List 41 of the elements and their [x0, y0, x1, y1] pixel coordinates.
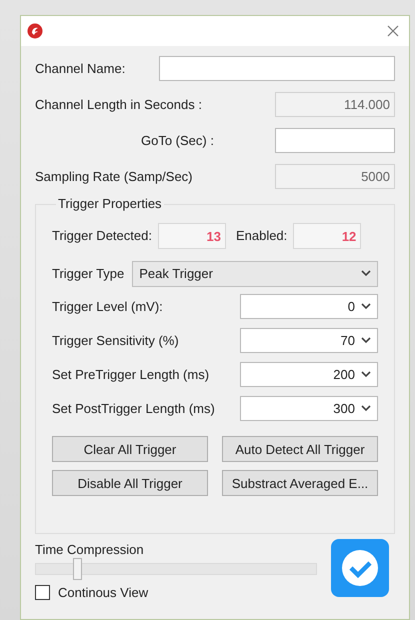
field-label: Trigger Sensitivity (%): [52, 333, 179, 348]
trigger-type-dropdown[interactable]: Peak Trigger: [132, 260, 378, 286]
action-button[interactable]: Auto Detect All Trigger: [222, 436, 378, 462]
chevron-down-icon: [361, 270, 371, 277]
field-label: Trigger Type: [52, 266, 124, 281]
counter-label: Enabled:: [236, 228, 288, 243]
close-icon[interactable]: [387, 25, 399, 37]
value-dropdown[interactable]: 70: [240, 328, 378, 353]
field-label: Channel Length in Seconds :: [35, 97, 202, 112]
input-field[interactable]: 114.000: [275, 92, 395, 117]
input-field[interactable]: [159, 56, 395, 81]
checkbox-label: Continous View: [58, 585, 148, 600]
action-button[interactable]: Substract Averaged E...: [222, 470, 378, 496]
counter-value: 12: [293, 222, 362, 248]
input-field[interactable]: 5000: [275, 164, 395, 189]
check-circle-icon: [340, 548, 380, 588]
counter-label: Trigger Detected:: [52, 228, 152, 243]
input-field[interactable]: [275, 128, 395, 153]
chevron-down-icon: [361, 371, 371, 378]
field-label: Set PostTrigger Length (ms): [52, 401, 215, 416]
field-label: Trigger Level (mV):: [52, 299, 163, 314]
slider-label: Time Compression: [35, 542, 144, 557]
field-label: Channel Name:: [35, 61, 126, 76]
value-dropdown[interactable]: 0: [240, 294, 378, 319]
chevron-down-icon: [361, 405, 371, 412]
counter-value: 13: [158, 222, 226, 248]
group-title: Trigger Properties: [56, 196, 164, 211]
chevron-down-icon: [361, 303, 371, 310]
field-label: GoTo (Sec) :: [141, 133, 214, 148]
field-label: Sampling Rate (Samp/Sec): [35, 169, 193, 184]
value-dropdown[interactable]: 200: [240, 362, 378, 387]
action-button[interactable]: Clear All Trigger: [52, 436, 208, 462]
action-button[interactable]: Disable All Trigger: [52, 470, 208, 496]
chevron-down-icon: [361, 337, 371, 344]
slider[interactable]: [35, 558, 317, 580]
field-label: Set PreTrigger Length (ms): [52, 367, 210, 382]
value-dropdown[interactable]: 300: [240, 396, 378, 421]
confirm-button[interactable]: [331, 539, 389, 597]
checkbox[interactable]: [35, 585, 50, 600]
slider-thumb[interactable]: [73, 558, 82, 580]
app-logo-icon: [27, 23, 43, 39]
